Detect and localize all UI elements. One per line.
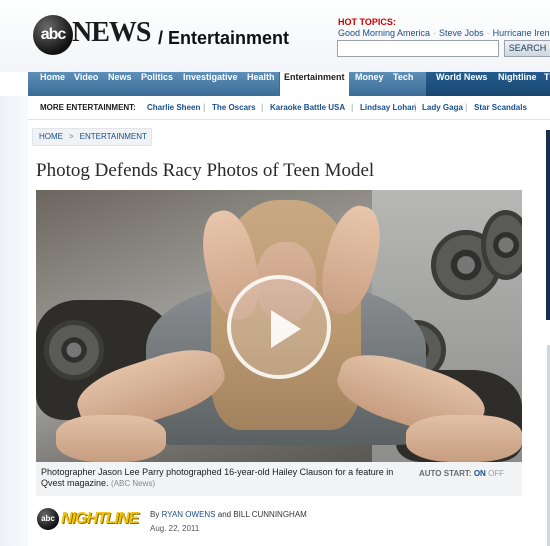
more-link[interactable]: Karaoke Battle USA: [270, 103, 345, 112]
video-background: [44, 320, 104, 380]
more-link[interactable]: Lindsay Lohan: [360, 103, 416, 112]
nav-item-world-news[interactable]: World News: [436, 72, 487, 96]
more-entertainment-bar: MORE ENTERTAINMENT: Charlie Sheen | The …: [28, 96, 550, 120]
separator: |: [465, 102, 468, 112]
separator: |: [414, 102, 417, 112]
nav-item-more[interactable]: T: [544, 72, 550, 96]
caption-text: Photographer Jason Lee Parry photographe…: [41, 467, 394, 488]
nav-item-video[interactable]: Video: [74, 72, 98, 96]
nav-item-tech[interactable]: Tech: [393, 72, 413, 96]
video-still: [406, 415, 522, 462]
video-still: [56, 415, 166, 462]
article-headline: Photog Defends Racy Photos of Teen Model: [36, 160, 375, 181]
video-caption-bar: Photographer Jason Lee Parry photographe…: [36, 462, 522, 496]
separator: ·: [433, 28, 437, 38]
hot-topics-list: Good Morning America · Steve Jobs · Hurrican…: [338, 28, 550, 38]
breadcrumb-entertainment[interactable]: ENTERTAINMENT: [80, 132, 147, 141]
more-link[interactable]: Charlie Sheen: [147, 103, 200, 112]
search-input[interactable]: [337, 40, 499, 57]
nightline-logo[interactable]: NIGHTLINE: [61, 510, 139, 528]
byline-prefix: By: [150, 510, 160, 519]
play-button[interactable]: [227, 275, 331, 379]
video-caption: Photographer Jason Lee Parry photographe…: [41, 467, 411, 489]
sidebar-edge: [546, 130, 550, 320]
nav-item-money[interactable]: Money: [355, 72, 384, 96]
nav-item-news[interactable]: News: [108, 72, 132, 96]
autostart-label: AUTO START:: [419, 469, 472, 478]
more-entertainment-label: MORE ENTERTAINMENT:: [40, 103, 136, 112]
separator: ·: [486, 28, 490, 38]
nav-item-investigative[interactable]: Investigative: [183, 72, 238, 96]
hot-topic-link[interactable]: Hurricane Irene: [493, 28, 550, 38]
nav-item-home[interactable]: Home: [40, 72, 65, 96]
news-logo-text[interactable]: NEWS: [72, 19, 151, 47]
nav-item-entertainment[interactable]: Entertainment: [279, 72, 349, 96]
more-link[interactable]: Lady Gaga: [422, 103, 463, 112]
abc-small-logo: abc: [37, 508, 59, 530]
byline: By RYAN OWENS and BILL CUNNINGHAM: [150, 510, 307, 519]
more-link[interactable]: The Oscars: [212, 103, 256, 112]
autostart-toggle: AUTO START: ON OFF: [419, 469, 504, 478]
caption-credit: (ABC News): [111, 479, 156, 488]
hot-topics-label: HOT TOPICS:: [338, 17, 396, 27]
separator: |: [203, 102, 206, 112]
separator: |: [351, 102, 354, 112]
separator: |: [261, 102, 264, 112]
author-link[interactable]: RYAN OWENS: [162, 510, 216, 519]
section-title[interactable]: / Entertainment: [158, 28, 289, 48]
page-side-background: [0, 96, 28, 546]
site-header: abc NEWS / Entertainment HOT TOPICS: Goo…: [0, 0, 550, 72]
hot-topic-link[interactable]: Steve Jobs: [439, 28, 484, 38]
more-link[interactable]: Star Scandals: [474, 103, 527, 112]
autostart-on-button[interactable]: ON: [474, 469, 486, 478]
video-player[interactable]: [36, 190, 522, 462]
byline-and: and: [217, 510, 232, 519]
search-button[interactable]: SEARCH: [504, 40, 550, 57]
breadcrumb: HOME > ENTERTAINMENT: [32, 128, 152, 146]
breadcrumb-home[interactable]: HOME: [39, 132, 63, 141]
nav-secondary: World News Nightline T: [426, 72, 550, 96]
nav-item-nightline[interactable]: Nightline: [498, 72, 537, 96]
main-nav: Home Video News Politics Investigative H…: [28, 72, 550, 96]
nav-item-health[interactable]: Health: [247, 72, 275, 96]
article-date: Aug. 22, 2011: [150, 524, 200, 533]
nav-item-politics[interactable]: Politics: [141, 72, 173, 96]
chevron-right-icon: >: [69, 132, 74, 141]
play-icon: [271, 310, 301, 348]
hot-topic-link[interactable]: Good Morning America: [338, 28, 430, 38]
autostart-off-button[interactable]: OFF: [488, 469, 504, 478]
abc-logo[interactable]: abc: [33, 15, 73, 55]
author-name: BILL CUNNINGHAM: [233, 510, 307, 519]
